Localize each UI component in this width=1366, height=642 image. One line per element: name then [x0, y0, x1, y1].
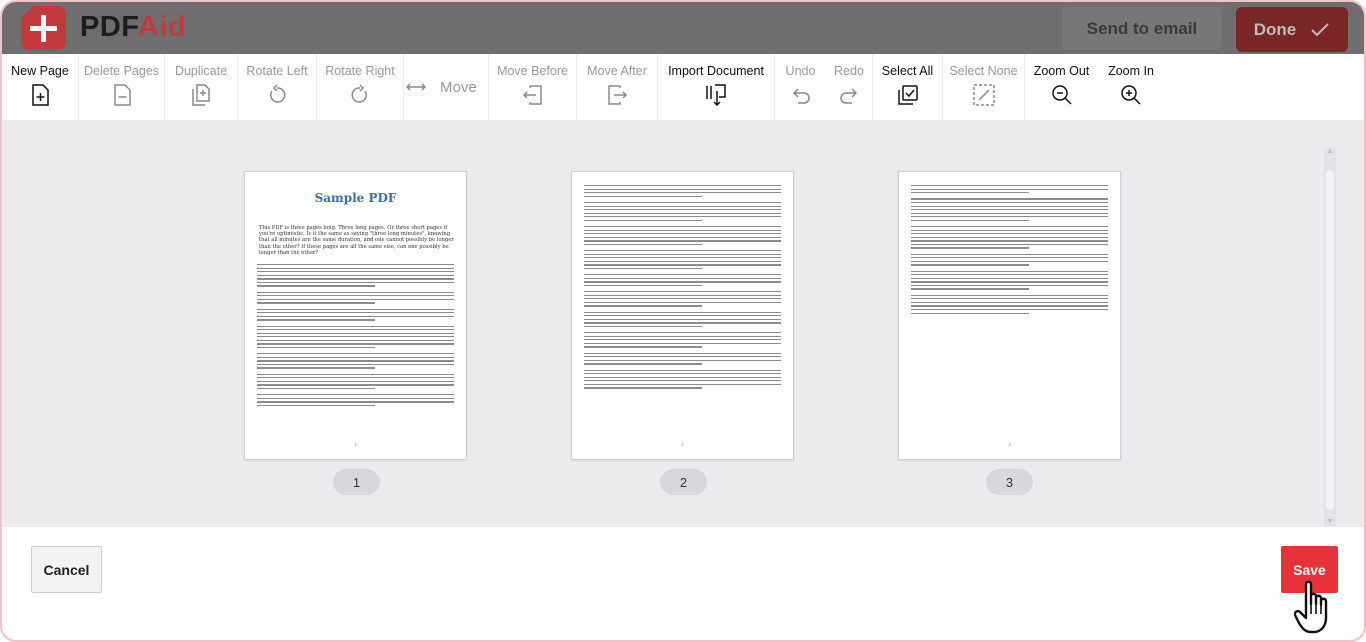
redo-tool[interactable]: Redo: [826, 54, 872, 120]
logo-fold: [21, 6, 33, 18]
page-number-badge-1: 1: [333, 469, 380, 495]
import-document-icon: [704, 83, 728, 107]
select-none-tool[interactable]: Select None: [943, 54, 1024, 120]
new-page-label: New Page: [11, 64, 69, 78]
page-thumbnail-2[interactable]: 2: [571, 171, 794, 460]
scroll-down-arrow-icon[interactable]: ▼: [1324, 518, 1336, 526]
rotate-right-tool[interactable]: Rotate Right: [317, 54, 403, 120]
move-after-label: Move After: [587, 64, 647, 78]
zoom-in-icon: [1119, 83, 1143, 107]
select-all-tool[interactable]: Select All: [873, 54, 942, 120]
zoom-out-label: Zoom Out: [1033, 64, 1090, 78]
delete-page-icon: [110, 83, 134, 107]
hand-pointer-icon: [1294, 580, 1328, 634]
rotate-right-label: Rotate Right: [325, 64, 395, 78]
rotate-left-tool[interactable]: Rotate Left: [238, 54, 316, 120]
done-label: Done: [1253, 19, 1297, 39]
rotate-left-icon: [265, 83, 289, 107]
new-page-tool[interactable]: New Page: [2, 54, 78, 120]
page-number-badge-2: 2: [660, 469, 707, 495]
page-footer-number: 2: [681, 442, 684, 447]
page-workspace: Sample PDF This PDF is three pages long.…: [2, 120, 1364, 527]
zoom-out-tool[interactable]: Zoom Out: [1025, 54, 1098, 120]
move-before-label: Move Before: [497, 64, 568, 78]
select-none-icon: [972, 83, 996, 107]
move-before-icon: [521, 83, 545, 107]
select-all-label: Select All: [881, 64, 934, 78]
page-toolbar: New Page Delete Pages Duplicate Rotate L…: [2, 54, 1364, 120]
checkmark-icon: [1311, 22, 1329, 36]
page-footer-number: 3: [1008, 442, 1011, 447]
import-document-tool[interactable]: Import Document: [658, 54, 774, 120]
duplicate-label: Duplicate: [174, 64, 228, 78]
new-page-icon: [28, 83, 52, 107]
page-footer-number: 1: [354, 442, 357, 447]
zoom-in-label: Zoom In: [1108, 64, 1154, 78]
page-thumbnail-3[interactable]: 3: [898, 171, 1121, 460]
vertical-scrollbar[interactable]: ▲ ▼: [1324, 148, 1336, 526]
pdf-body-text: [584, 185, 781, 391]
zoom-out-icon: [1050, 83, 1074, 107]
logo-text-aid: Aid: [137, 11, 187, 43]
select-all-icon: [896, 83, 920, 107]
move-tool[interactable]: Move: [404, 54, 488, 120]
duplicate-tool[interactable]: Duplicate: [165, 54, 237, 120]
delete-pages-tool[interactable]: Delete Pages: [79, 54, 164, 120]
rotate-right-icon: [348, 83, 372, 107]
logo-text-pdf: PDF: [80, 11, 138, 43]
redo-label: Redo: [834, 64, 864, 78]
undo-label: Undo: [785, 64, 816, 78]
zoom-in-tool[interactable]: Zoom In: [1098, 54, 1164, 120]
duplicate-icon: [189, 83, 213, 107]
pdf-intro-text: This PDF is three pages long. Three long…: [259, 225, 454, 256]
undo-tool[interactable]: Undo: [775, 54, 826, 120]
move-after-tool[interactable]: Move After: [577, 54, 657, 120]
app-logo: PDFAid: [80, 11, 186, 44]
delete-pages-label: Delete Pages: [83, 64, 160, 78]
rotate-left-label: Rotate Left: [246, 64, 308, 78]
editor-window: PDFAid Send to email Done New Page Delet…: [0, 0, 1366, 642]
pdf-body-text: [911, 185, 1108, 316]
app-header: PDFAid Send to email Done: [2, 2, 1364, 54]
select-none-label: Select None: [949, 64, 1018, 78]
cancel-button[interactable]: Cancel: [31, 546, 102, 593]
page-number-badge-3: 3: [986, 469, 1033, 495]
pdf-title: Sample PDF: [314, 191, 397, 205]
send-to-email-button[interactable]: Send to email: [1062, 7, 1222, 50]
move-after-icon: [605, 83, 629, 107]
undo-icon: [789, 83, 813, 107]
move-label: Move: [440, 78, 477, 96]
done-button[interactable]: Done: [1236, 7, 1348, 52]
scrollbar-thumb[interactable]: [1326, 170, 1334, 510]
move-before-tool[interactable]: Move Before: [489, 54, 576, 120]
move-arrows-icon: [404, 75, 428, 99]
scroll-up-arrow-icon[interactable]: ▲: [1324, 148, 1336, 156]
import-document-label: Import Document: [668, 64, 764, 78]
pdf-body-text: [257, 264, 454, 408]
redo-icon: [837, 83, 861, 107]
page-thumbnail-1[interactable]: Sample PDF This PDF is three pages long.…: [244, 171, 467, 460]
